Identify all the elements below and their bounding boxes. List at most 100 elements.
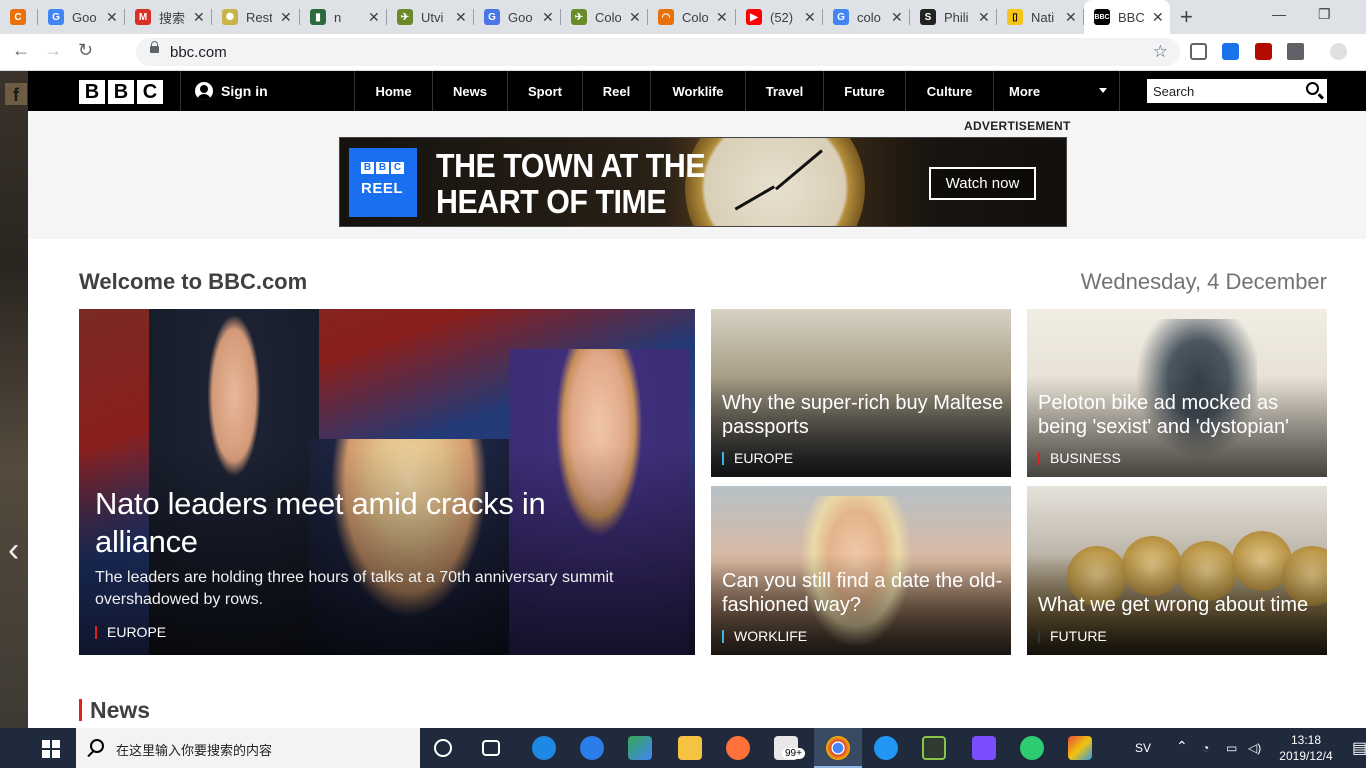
bookmark-star-icon[interactable]: ☆: [1153, 42, 1168, 62]
shield-icon[interactable]: [1222, 43, 1239, 60]
browser-tab[interactable]: C: [0, 0, 38, 34]
carousel-prev-icon[interactable]: ‹: [8, 531, 19, 570]
browser-tab[interactable]: ✺ Rest ✕: [212, 0, 300, 34]
story-card[interactable]: Why the super-rich buy Maltese passports…: [711, 309, 1011, 477]
tab-close-icon[interactable]: ✕: [1065, 9, 1077, 26]
browser-tab[interactable]: ✈ Utvi ✕: [387, 0, 474, 34]
story-title[interactable]: Can you still find a date the old-fashio…: [722, 569, 1007, 617]
browser-tab[interactable]: ✈ Colo ✕: [561, 0, 648, 34]
facebook-icon[interactable]: f: [5, 83, 27, 105]
browser-tab[interactable]: M 搜索 ✕: [125, 0, 212, 34]
story-card[interactable]: What we get wrong about time FUTURE: [1027, 486, 1327, 655]
address-bar[interactable]: bbc.com ☆: [136, 38, 1180, 66]
url-text[interactable]: bbc.com: [170, 44, 227, 61]
section-tag[interactable]: EUROPE: [722, 451, 793, 465]
watch-now-button[interactable]: Watch now: [929, 167, 1036, 200]
taskbar-search[interactable]: 在这里输入你要搜索的内容: [76, 728, 420, 768]
browser-tab[interactable]: G Goo ✕: [474, 0, 561, 34]
task-view-icon[interactable]: [482, 740, 500, 756]
section-tag[interactable]: BUSINESS: [1038, 451, 1121, 465]
battery-icon[interactable]: ▭: [1226, 741, 1237, 755]
language-indicator[interactable]: SV: [1135, 741, 1151, 755]
tab-close-icon[interactable]: ✕: [455, 9, 467, 26]
story-card[interactable]: Can you still find a date the old-fashio…: [711, 486, 1011, 655]
bbc-logo[interactable]: B B C: [79, 80, 163, 104]
new-tab-button[interactable]: +: [1180, 4, 1193, 30]
bbc-search[interactable]: [1147, 79, 1327, 103]
chevron-up-icon[interactable]: ⌃: [1176, 738, 1188, 755]
browser-tab[interactable]: ◠ Colo ✕: [648, 0, 736, 34]
tab-close-icon[interactable]: ✕: [106, 9, 118, 26]
minimize-icon[interactable]: —: [1272, 6, 1286, 22]
search-input[interactable]: [1147, 79, 1297, 103]
media-player-icon[interactable]: [628, 736, 652, 760]
story-card[interactable]: Peloton bike ad mocked as being 'sexist'…: [1027, 309, 1327, 477]
edge-icon[interactable]: [532, 736, 556, 760]
restore-icon[interactable]: ❐: [1318, 6, 1331, 23]
tab-title: colo: [857, 9, 881, 25]
thunderbird-icon[interactable]: [874, 736, 898, 760]
extension-icon[interactable]: [1190, 43, 1207, 60]
taskbar-search-placeholder: 在这里输入你要搜索的内容: [116, 743, 273, 758]
nav-culture[interactable]: Culture: [905, 71, 993, 111]
profile-avatar-icon[interactable]: [1330, 43, 1347, 60]
firefox-icon[interactable]: [726, 736, 750, 760]
chrome-taskbar-active[interactable]: [814, 728, 862, 768]
forward-icon[interactable]: →: [44, 40, 62, 61]
browser-tab[interactable]: ▶ (52) ✕: [736, 0, 823, 34]
story-title[interactable]: Peloton bike ad mocked as being 'sexist'…: [1038, 391, 1323, 439]
section-tag[interactable]: FUTURE: [1038, 629, 1107, 643]
tab-close-icon[interactable]: ✕: [368, 9, 380, 26]
volume-icon[interactable]: ◁): [1248, 741, 1261, 755]
browser-tab-active[interactable]: BBC BBC ✕: [1084, 0, 1170, 34]
tab-close-icon[interactable]: ✕: [891, 9, 903, 26]
cortana-icon[interactable]: [434, 739, 452, 757]
notification-center-icon[interactable]: ▤: [1352, 738, 1366, 758]
nav-future[interactable]: Future: [823, 71, 905, 111]
story-title[interactable]: Why the super-rich buy Maltese passports: [722, 391, 1007, 439]
section-heading-news[interactable]: News: [79, 699, 150, 722]
tab-close-icon[interactable]: ✕: [280, 9, 292, 26]
app-icon[interactable]: [972, 736, 996, 760]
nav-more-dropdown[interactable]: More: [993, 71, 1120, 111]
tab-close-icon[interactable]: ✕: [978, 9, 990, 26]
nav-reel[interactable]: Reel: [582, 71, 650, 111]
tab-close-icon[interactable]: ✕: [1152, 9, 1164, 26]
windows-start-icon[interactable]: [42, 740, 60, 758]
atom-icon[interactable]: [1020, 736, 1044, 760]
wifi-icon[interactable]: ◔: [1202, 741, 1209, 755]
signin-link[interactable]: Sign in: [195, 82, 268, 100]
browser-tab[interactable]: G colo ✕: [823, 0, 910, 34]
tab-close-icon[interactable]: ✕: [193, 9, 205, 26]
section-tag[interactable]: WORKLIFE: [722, 629, 807, 643]
paint-icon[interactable]: [1068, 736, 1092, 760]
story-title[interactable]: What we get wrong about time: [1038, 593, 1323, 617]
nav-home[interactable]: Home: [354, 71, 432, 111]
tab-close-icon[interactable]: ✕: [804, 9, 816, 26]
nav-worklife[interactable]: Worklife: [650, 71, 745, 111]
taskbar-clock[interactable]: 13:18 2019/12/4: [1270, 732, 1342, 764]
terminal-icon[interactable]: [922, 736, 946, 760]
tab-close-icon[interactable]: ✕: [716, 9, 728, 26]
back-icon[interactable]: ←: [12, 40, 30, 61]
hero-title[interactable]: Nato leaders meet amid cracks in allianc…: [95, 485, 655, 561]
pdf-icon[interactable]: [1255, 43, 1272, 60]
hero-story[interactable]: Nato leaders meet amid cracks in allianc…: [79, 309, 695, 655]
nav-news[interactable]: News: [432, 71, 507, 111]
browser-tab[interactable]: ▯ Nati ✕: [997, 0, 1084, 34]
sogou-icon[interactable]: [580, 736, 604, 760]
browser-tab[interactable]: G Goo ✕: [38, 0, 125, 34]
browser-tab[interactable]: ▮ n ✕: [300, 0, 387, 34]
date-label: Wednesday, 4 December: [1080, 269, 1327, 294]
tab-close-icon[interactable]: ✕: [629, 9, 641, 26]
ad-banner[interactable]: B B C REEL THE TOWN AT THE HEART OF TIME…: [339, 137, 1067, 227]
search-icon[interactable]: [1306, 82, 1319, 95]
tool-icon[interactable]: [1287, 43, 1304, 60]
tab-close-icon[interactable]: ✕: [542, 9, 554, 26]
browser-tab[interactable]: S Phili ✕: [910, 0, 997, 34]
nav-sport[interactable]: Sport: [507, 71, 582, 111]
reload-icon[interactable]: ↻: [78, 40, 93, 61]
nav-travel[interactable]: Travel: [745, 71, 823, 111]
section-tag[interactable]: EUROPE: [95, 625, 166, 639]
file-explorer-icon[interactable]: [678, 736, 702, 760]
